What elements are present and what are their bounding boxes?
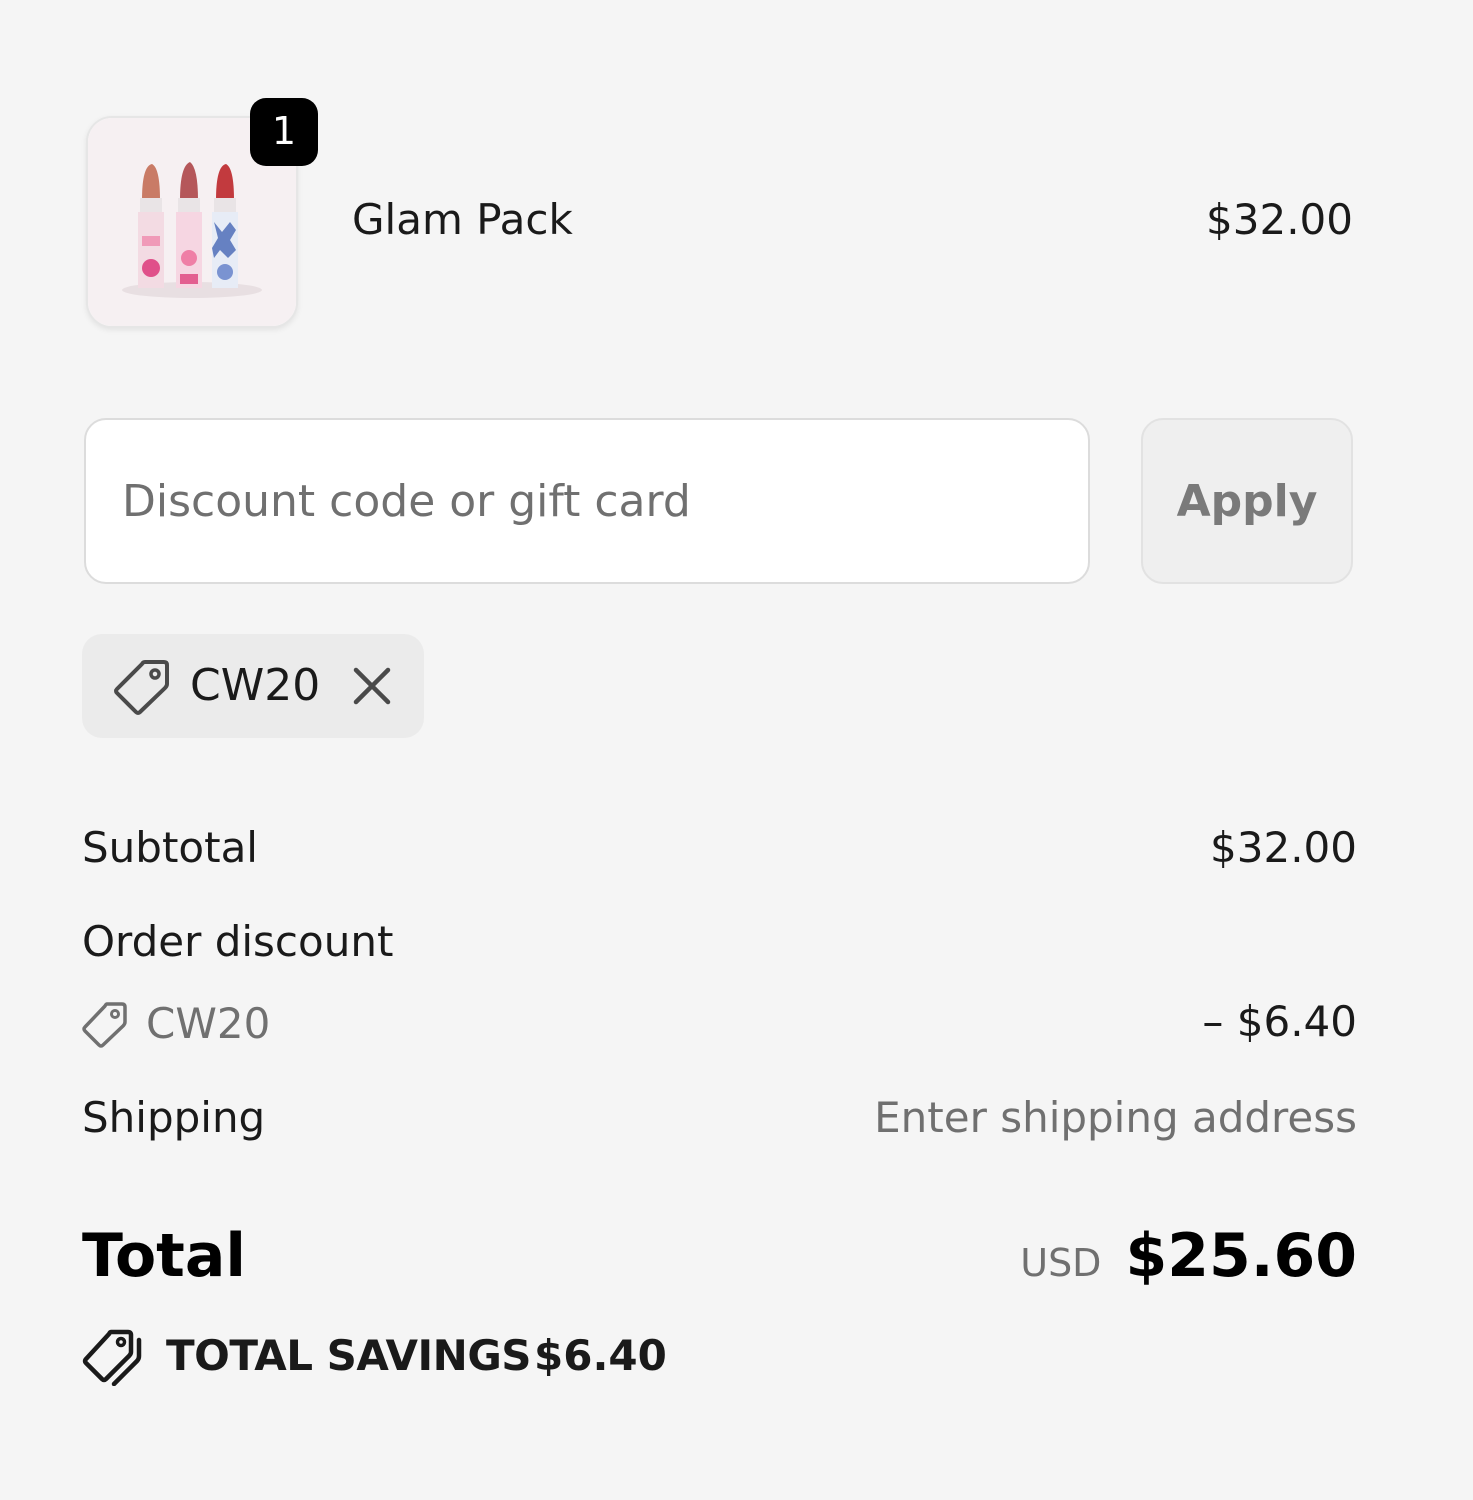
order-discount-label: Order discount <box>82 917 394 966</box>
total-amount-group: USD $25.60 <box>1020 1220 1357 1292</box>
order-discount-code-label: CW20 <box>146 999 271 1048</box>
tag-icon <box>114 660 169 715</box>
tags-icon <box>82 1329 142 1386</box>
discount-code-input[interactable] <box>84 418 1090 584</box>
shipping-label: Shipping <box>82 1093 266 1142</box>
subtotal-value: $32.00 <box>1210 823 1357 872</box>
applied-discount-chip: CW20 <box>82 634 424 738</box>
order-discount-value: – $6.40 <box>1202 997 1357 1046</box>
product-name: Glam Pack <box>352 195 573 244</box>
total-savings-amount: $6.40 <box>534 1331 667 1380</box>
product-price: $32.00 <box>1206 195 1353 244</box>
shipping-value: Enter shipping address <box>874 1093 1357 1142</box>
total-amount: $25.60 <box>1125 1221 1357 1291</box>
total-savings-label: TOTAL SAVINGS <box>166 1331 532 1380</box>
close-icon[interactable] <box>348 662 396 710</box>
total-label: Total <box>82 1221 246 1291</box>
subtotal-label: Subtotal <box>82 823 258 872</box>
quantity-badge: 1 <box>250 98 318 166</box>
applied-discount-code: CW20 <box>190 660 321 711</box>
currency-code: USD <box>1020 1241 1102 1285</box>
tag-icon <box>82 1002 127 1048</box>
apply-button[interactable]: Apply <box>1141 418 1353 584</box>
